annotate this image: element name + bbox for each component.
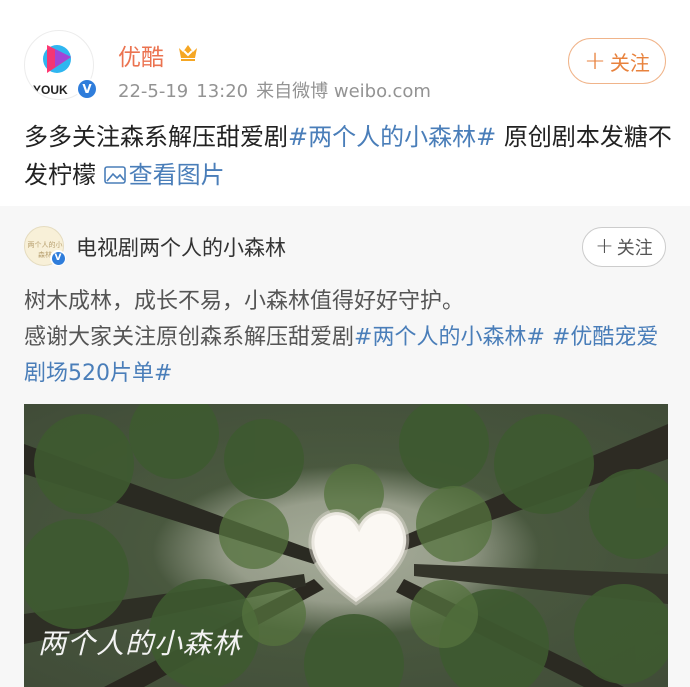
repost-verified-badge-icon: V (50, 250, 66, 266)
image-watermark: 两个人的小森林 (38, 627, 242, 660)
picture-icon (103, 166, 126, 184)
repost-space (545, 325, 552, 350)
plus-icon: + (584, 46, 606, 76)
vip-crown-icon (179, 45, 197, 61)
avatar-text: YOUK (33, 83, 68, 97)
repost-body: 树木成林，成长不易，小森林值得好好守护。 感谢大家关注原创森系解压甜爱剧#两个人… (24, 284, 674, 392)
view-pictures-label: 查看图片 (128, 161, 225, 189)
topic-link[interactable]: #两个人的小森林# (288, 123, 496, 151)
post-date: 22-5-19 (118, 81, 189, 102)
post-body: 多多关注森系解压甜爱剧#两个人的小森林# 原创剧本发糖不发柠檬 查看图片 (24, 118, 674, 194)
author-avatar[interactable]: YOUK V (24, 30, 98, 102)
view-pictures-link[interactable]: 查看图片 (103, 161, 225, 189)
post-time: 13:20 (196, 81, 249, 102)
repost-follow-button[interactable]: + 关注 (582, 227, 666, 267)
follow-button[interactable]: + 关注 (568, 38, 666, 84)
plus-icon: + (595, 234, 614, 259)
forest-canopy-heart-image[interactable]: 两个人的小森林 (24, 404, 668, 687)
follow-label: 关注 (609, 50, 650, 75)
reposted-card[interactable]: 两个人的小森林 V 电视剧两个人的小森林 + 关注 树木成林，成长不易，小森林值… (0, 206, 690, 687)
repost-topic-link-1[interactable]: #两个人的小森林# (354, 325, 545, 350)
repost-follow-label: 关注 (616, 238, 653, 259)
author-name[interactable]: 优酷 (118, 38, 164, 72)
post-source: 来自微博 weibo.com (256, 81, 431, 102)
post-meta: 22-5-19 13:20 来自微博 weibo.com (118, 77, 439, 103)
repost-line2-prefix: 感谢大家关注原创森系解压甜爱剧 (24, 325, 355, 350)
verified-badge-icon: V (76, 78, 98, 100)
post-header: YOUK V 优酷 22-5-19 13:20 来自微博 weibo.com + 关… (0, 0, 690, 112)
repost-author-name[interactable]: 电视剧两个人的小森林 (76, 232, 286, 262)
repost-line1: 树木成林，成长不易，小森林值得好好守护。 (24, 289, 465, 314)
post-text-part1: 多多关注森系解压甜爱剧 (24, 123, 288, 151)
repost-line2: 感谢大家关注原创森系解压甜爱剧#两个人的小森林# #优酷宠爱剧场520片单# (24, 320, 674, 392)
